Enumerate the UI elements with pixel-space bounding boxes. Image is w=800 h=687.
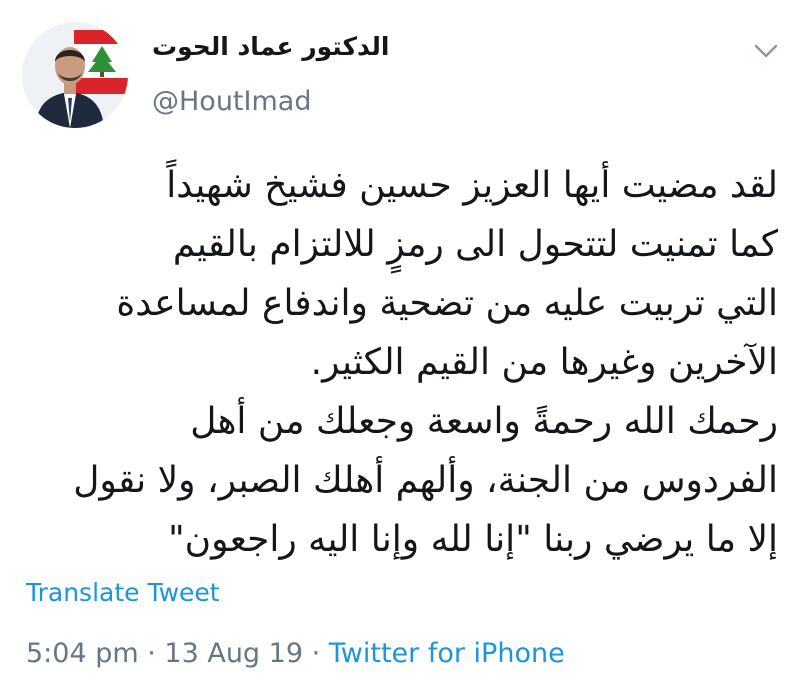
- tweet-text-line: رحمك الله رحمةً واسعة وجعلك من أهل: [190, 401, 778, 442]
- profile-photo: [22, 22, 128, 128]
- tweet-text-line: لقد مضيت أيها العزيز حسين فشيخ شهيداً: [166, 165, 778, 206]
- chevron-down-icon[interactable]: [753, 42, 779, 60]
- meta-separator: ·: [303, 638, 329, 669]
- author-display-name[interactable]: الدكتور عماد الحوت: [152, 32, 389, 61]
- translate-tweet-link[interactable]: Translate Tweet: [26, 578, 220, 607]
- tweet-time[interactable]: 5:04 pm: [26, 638, 139, 669]
- tweet-text: لقد مضيت أيها العزيز حسين فشيخ شهيداً كم…: [18, 156, 778, 569]
- flag-stripe-top: [74, 30, 128, 44]
- author-handle[interactable]: @HoutImad: [152, 86, 311, 117]
- avatar[interactable]: [22, 22, 128, 128]
- tweet-text-line: الفردوس من الجنة، وألهم أهلك الصبر، ولا …: [73, 460, 778, 501]
- tweet-source-link[interactable]: Twitter for iPhone: [329, 638, 565, 669]
- meta-separator: ·: [138, 638, 165, 669]
- tweet-text-line: إلا ما يرضي ربنا "إنا لله وإنا اليه راجع…: [168, 519, 778, 560]
- tweet-date[interactable]: 13 Aug 19: [164, 638, 303, 669]
- tweet-text-line: كما تمنيت لتتحول الى رمزٍ للالتزام بالقي…: [172, 224, 778, 265]
- tweet-text-line: الآخرين وغيرها من القيم الكثير.: [310, 342, 778, 383]
- flag-stripe-bottom: [74, 78, 128, 94]
- tweet-meta: 5:04 pm · 13 Aug 19 · Twitter for iPhone: [26, 638, 565, 669]
- tweet-text-line: التي تربيت عليه من تضحية واندفاع لمساعدة: [116, 283, 778, 324]
